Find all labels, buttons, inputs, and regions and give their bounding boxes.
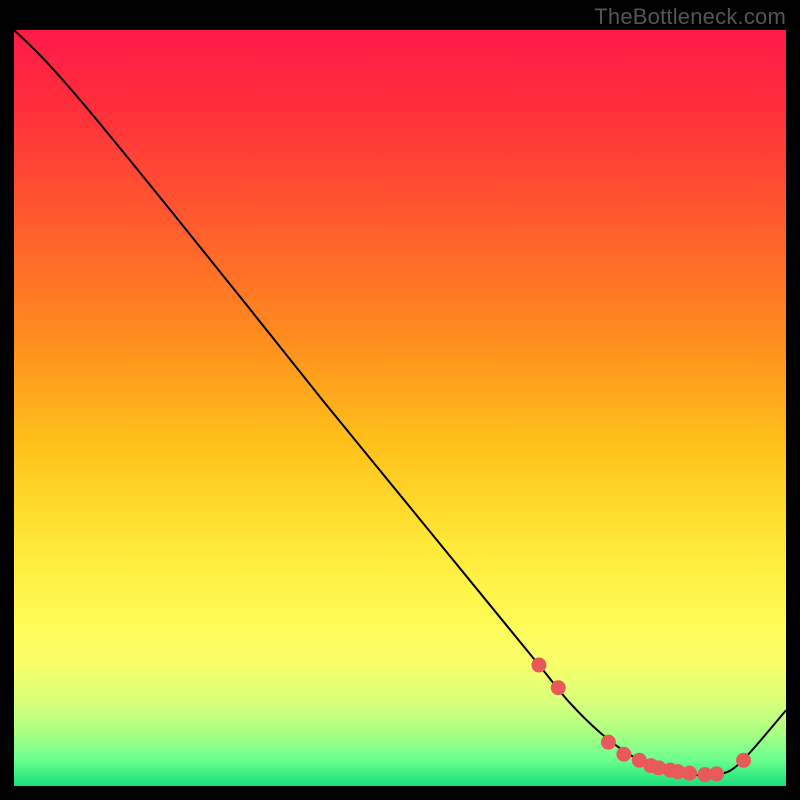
chart-marker: [601, 735, 616, 750]
chart-svg: [14, 30, 786, 786]
chart-marker: [551, 680, 566, 695]
attribution-text: TheBottleneck.com: [594, 4, 786, 30]
chart-canvas: [14, 30, 786, 786]
chart-marker: [682, 766, 697, 781]
chart-marker: [709, 766, 724, 781]
chart-background: [14, 30, 786, 786]
chart-marker: [531, 658, 546, 673]
chart-marker: [736, 753, 751, 768]
chart-marker: [616, 747, 631, 762]
